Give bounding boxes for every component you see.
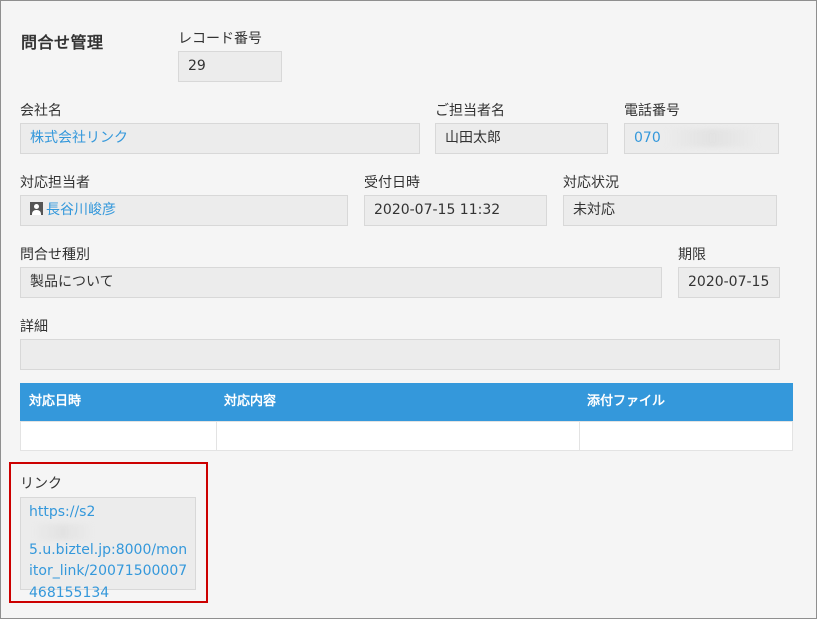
- company-field[interactable]: 株式会社リンク: [20, 123, 420, 154]
- table-cell-response-content: [216, 422, 580, 450]
- column-header-attachment: 添付ファイル: [587, 394, 666, 409]
- inquiry-type-label: 問合せ種別: [20, 247, 90, 263]
- deadline-field: 2020-07-15: [678, 267, 780, 298]
- phone-label: 電話番号: [624, 103, 680, 119]
- details-label: 詳細: [20, 319, 48, 335]
- received-at-label: 受付日時: [364, 175, 420, 191]
- column-header-response-content: 対応内容: [224, 394, 277, 409]
- deadline-label: 期限: [678, 247, 706, 263]
- redacted-phone-digits: [664, 129, 760, 147]
- page-title: 問合せ管理: [21, 33, 104, 52]
- assignee-label: 対応担当者: [20, 175, 90, 191]
- record-number-field: 29: [178, 51, 282, 82]
- status-field: 未対応: [563, 195, 777, 226]
- user-icon: [30, 202, 43, 215]
- assignee-name[interactable]: 長谷川峻彦: [46, 202, 116, 218]
- contact-person-field: 山田太郎: [435, 123, 608, 154]
- table-cell-response-date: [21, 422, 217, 450]
- contact-person-label: ご担当者名: [435, 103, 505, 119]
- phone-field[interactable]: 070: [624, 123, 779, 154]
- highlight-box: [9, 462, 208, 603]
- company-label: 会社名: [20, 103, 62, 119]
- status-label: 対応状況: [563, 175, 619, 191]
- table-row: [20, 421, 793, 451]
- received-at-field: 2020-07-15 11:32: [364, 195, 547, 226]
- phone-value[interactable]: 070: [634, 130, 661, 146]
- response-table-header: 対応日時 対応内容 添付ファイル: [20, 383, 793, 421]
- inquiry-type-field: 製品について: [20, 267, 662, 298]
- details-field: [20, 339, 780, 370]
- assignee-field: 長谷川峻彦: [20, 195, 348, 226]
- record-number-label: レコード番号: [178, 31, 262, 47]
- record-detail-panel: 問合せ管理 レコード番号 29 会社名 株式会社リンク ご担当者名 山田太郎 電…: [0, 0, 817, 619]
- column-header-response-date: 対応日時: [29, 394, 82, 409]
- table-cell-attachment: [579, 422, 792, 450]
